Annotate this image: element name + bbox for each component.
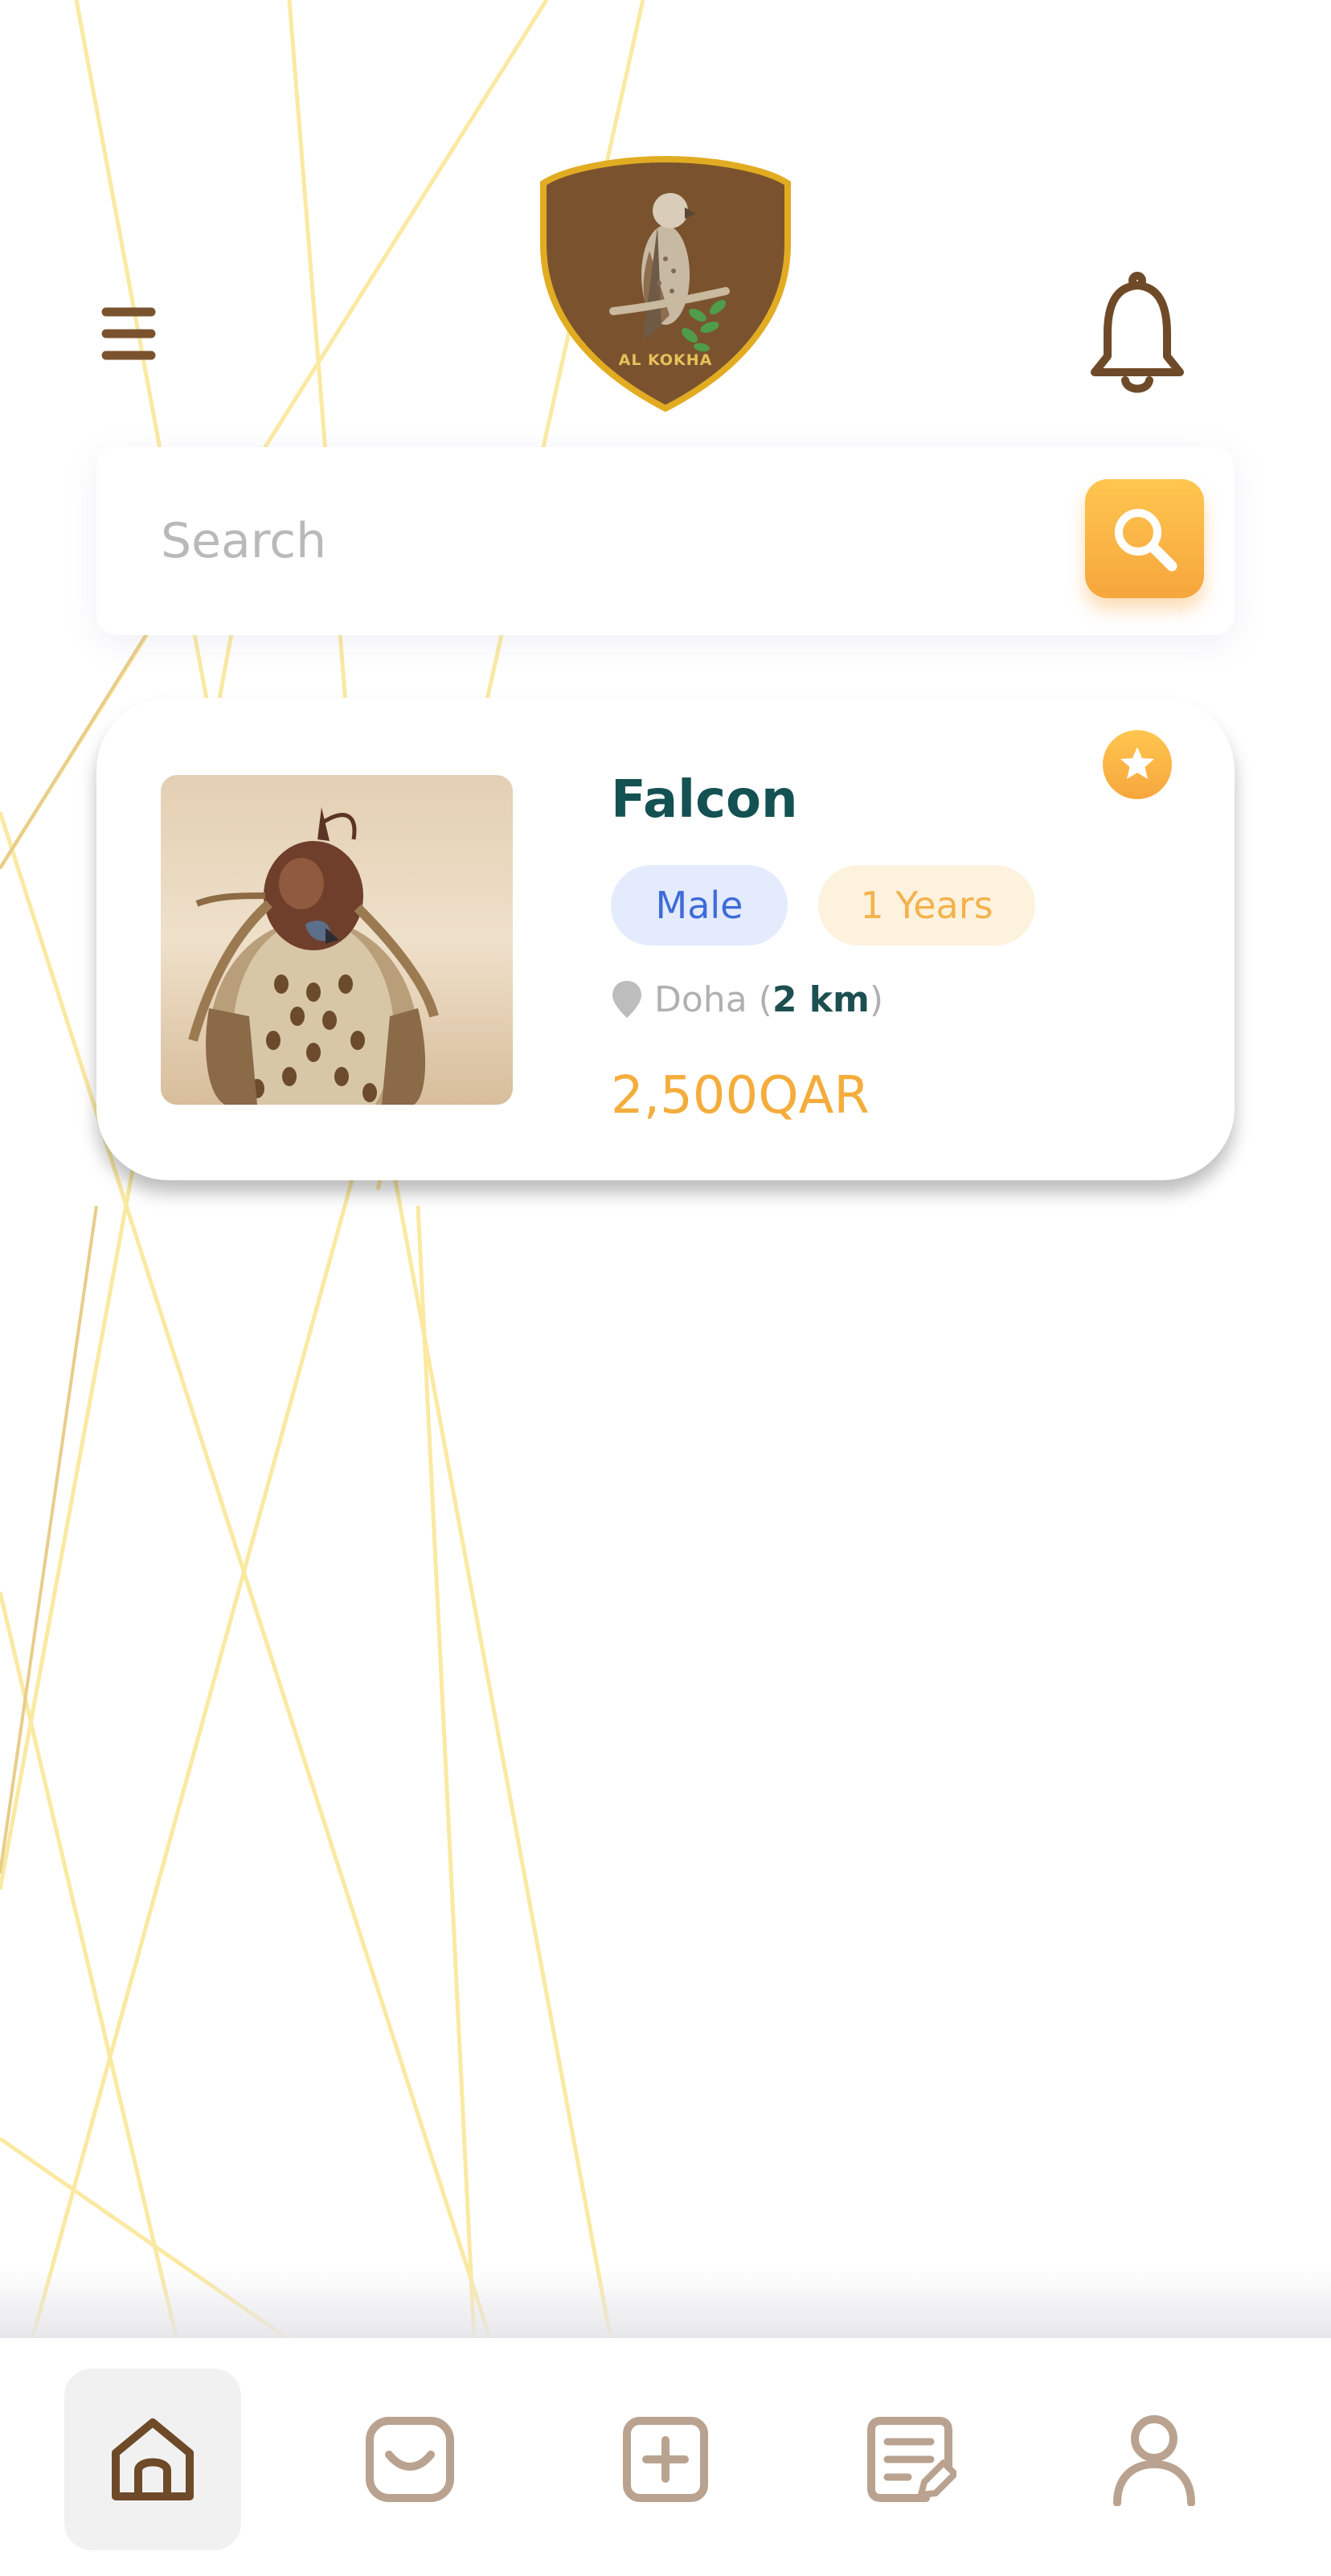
- search-icon: [1115, 509, 1177, 572]
- user-icon: [1113, 2415, 1195, 2506]
- notifications-button[interactable]: [1077, 269, 1198, 398]
- search-input[interactable]: [161, 489, 1085, 593]
- favorite-button[interactable]: [1103, 730, 1172, 799]
- logo-text: AL KOKHA: [619, 351, 713, 369]
- location-city: Doha: [654, 978, 747, 1020]
- nav-profile[interactable]: [1066, 2369, 1243, 2550]
- age-badge: 1 Years: [818, 865, 1035, 945]
- nav-add-listing[interactable]: [577, 2369, 754, 2550]
- bell-icon: [1091, 272, 1184, 393]
- listing-title: Falcon: [611, 770, 798, 830]
- home-icon: [112, 2418, 194, 2500]
- distance-value: 2 km: [772, 978, 870, 1020]
- location-info: Doha ( 2 km ): [611, 971, 883, 1028]
- app-header: AL KOKHA: [0, 0, 1331, 434]
- bottom-nav-shadow: [0, 2267, 1331, 2340]
- search-bar: [96, 447, 1235, 635]
- hamburger-menu-icon: [101, 307, 156, 360]
- al-kokha-logo: AL KOKHA: [540, 155, 791, 412]
- document-edit-icon: [867, 2417, 956, 2502]
- location-pin-icon: [612, 981, 641, 1018]
- menu-button[interactable]: [88, 297, 169, 370]
- nav-my-listings[interactable]: [821, 2369, 998, 2550]
- bottom-navigation: [0, 2338, 1331, 2576]
- listing-card[interactable]: Falcon Male 1 Years Doha ( 2 km ) 2,500Q…: [96, 698, 1235, 1180]
- distance-close-paren: ): [869, 978, 884, 1020]
- star-icon: [1120, 747, 1154, 779]
- listing-price: 2,500QAR: [611, 1066, 870, 1126]
- distance-open-paren: (: [747, 978, 772, 1020]
- nav-inbox[interactable]: [321, 2369, 498, 2550]
- gender-badge: Male: [611, 865, 788, 945]
- add-square-icon: [623, 2417, 708, 2502]
- inbox-icon: [366, 2417, 454, 2502]
- search-button[interactable]: [1085, 479, 1204, 598]
- nav-home[interactable]: [64, 2369, 241, 2550]
- falcon-photo: [161, 775, 513, 1105]
